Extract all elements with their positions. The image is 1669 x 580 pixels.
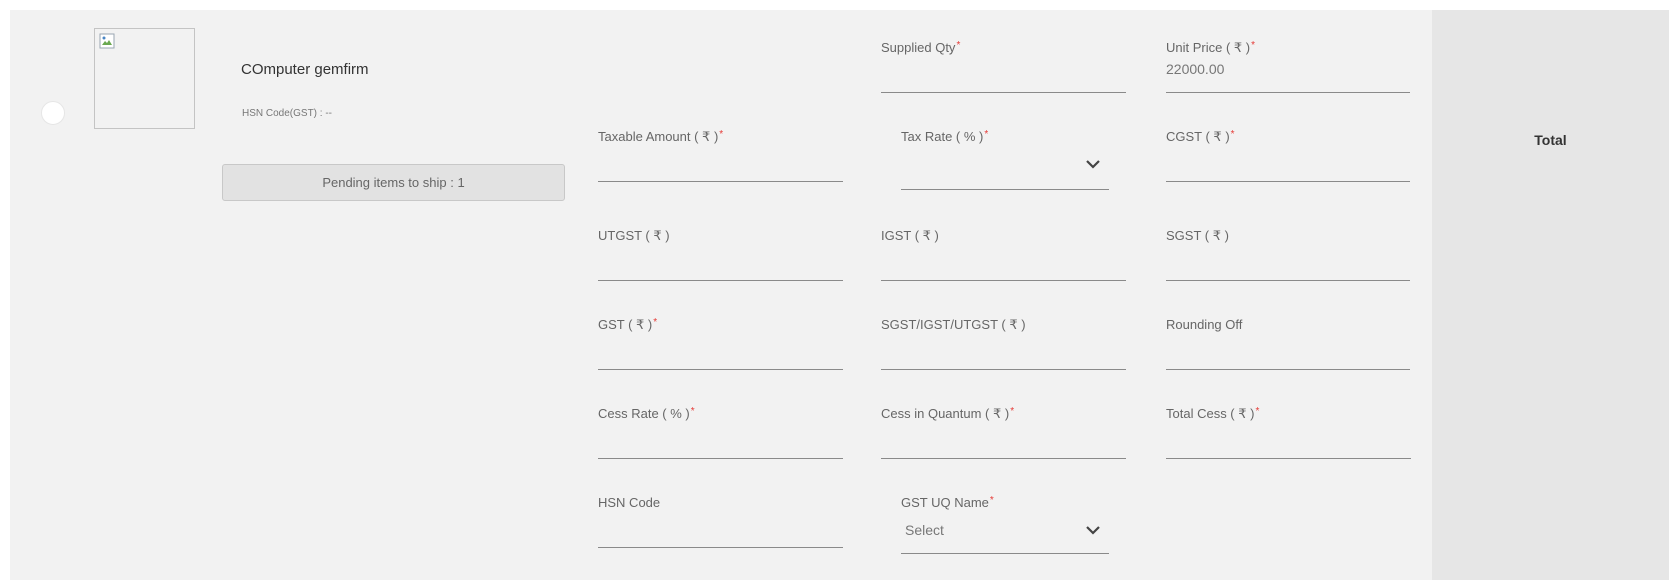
sgst-igst-utgst-label: SGST/IGST/UTGST ( ₹ ) — [881, 317, 1026, 332]
gst-label: GST ( ₹ ) — [598, 317, 653, 332]
cgst-field[interactable]: CGST ( ₹ )* — [1166, 129, 1410, 182]
cgst-label: CGST ( ₹ ) — [1166, 129, 1230, 144]
cess-rate-field[interactable]: Cess Rate ( % )* — [598, 406, 843, 459]
total-cess-label: Total Cess ( ₹ ) — [1166, 406, 1255, 421]
pending-items-button[interactable]: Pending items to ship : 1 — [222, 164, 565, 201]
unit-price-value: 22000.00 — [1166, 61, 1225, 77]
required-marker: * — [1251, 40, 1256, 51]
cess-in-quantum-field[interactable]: Cess in Quantum ( ₹ )* — [881, 406, 1126, 459]
required-marker: * — [989, 495, 994, 506]
gst-uq-name-select[interactable]: GST UQ Name* Select — [901, 495, 1109, 554]
hsn-code-field[interactable]: HSN Code — [598, 495, 843, 548]
cess-in-quantum-label: Cess in Quantum ( ₹ ) — [881, 406, 1010, 421]
product-image — [94, 28, 195, 129]
sgst-label: SGST ( ₹ ) — [1166, 228, 1229, 243]
cess-rate-label: Cess Rate ( % ) — [598, 406, 690, 421]
igst-label: IGST ( ₹ ) — [881, 228, 939, 243]
required-marker: * — [984, 129, 989, 140]
required-marker: * — [719, 129, 724, 140]
required-marker: * — [1255, 406, 1260, 417]
sgst-field[interactable]: SGST ( ₹ ) — [1166, 228, 1410, 281]
product-hsn-code: HSN Code(GST) : -- — [242, 108, 333, 119]
taxable-amount-field[interactable]: Taxable Amount ( ₹ )* — [598, 129, 843, 182]
gst-uq-name-value: Select — [905, 522, 944, 538]
rounding-off-field[interactable]: Rounding Off — [1166, 317, 1410, 370]
gst-uq-name-label: GST UQ Name — [901, 495, 989, 510]
taxable-amount-label: Taxable Amount ( ₹ ) — [598, 129, 719, 144]
chevron-down-icon — [1086, 526, 1100, 535]
tax-rate-select[interactable]: Tax Rate ( % )* — [901, 129, 1109, 190]
utgst-field[interactable]: UTGST ( ₹ ) — [598, 228, 843, 281]
gst-field[interactable]: GST ( ₹ )* — [598, 317, 843, 370]
utgst-label: UTGST ( ₹ ) — [598, 228, 670, 243]
required-marker: * — [1010, 406, 1015, 417]
supplied-qty-label: Supplied Qty — [881, 40, 956, 55]
total-column — [1432, 10, 1669, 580]
item-select-radio[interactable] — [41, 101, 65, 125]
hsn-code-label: HSN Code — [598, 495, 661, 510]
broken-image-icon — [99, 33, 115, 49]
required-marker: * — [1230, 129, 1235, 140]
total-cess-field[interactable]: Total Cess ( ₹ )* — [1166, 406, 1411, 459]
unit-price-label: Unit Price ( ₹ ) — [1166, 40, 1251, 55]
chevron-down-icon — [1086, 160, 1100, 169]
tax-rate-label: Tax Rate ( % ) — [901, 129, 984, 144]
required-marker: * — [956, 40, 961, 51]
product-name: COmputer gemfirm — [241, 61, 369, 78]
rounding-off-label: Rounding Off — [1166, 317, 1243, 332]
supplied-qty-field[interactable]: Supplied Qty* — [881, 40, 1126, 93]
igst-field[interactable]: IGST ( ₹ ) — [881, 228, 1126, 281]
total-label: Total — [1534, 132, 1567, 148]
unit-price-field[interactable]: Unit Price ( ₹ )* 22000.00 — [1166, 40, 1410, 93]
required-marker: * — [690, 406, 695, 417]
required-marker: * — [653, 317, 658, 328]
sgst-igst-utgst-field[interactable]: SGST/IGST/UTGST ( ₹ ) — [881, 317, 1126, 370]
